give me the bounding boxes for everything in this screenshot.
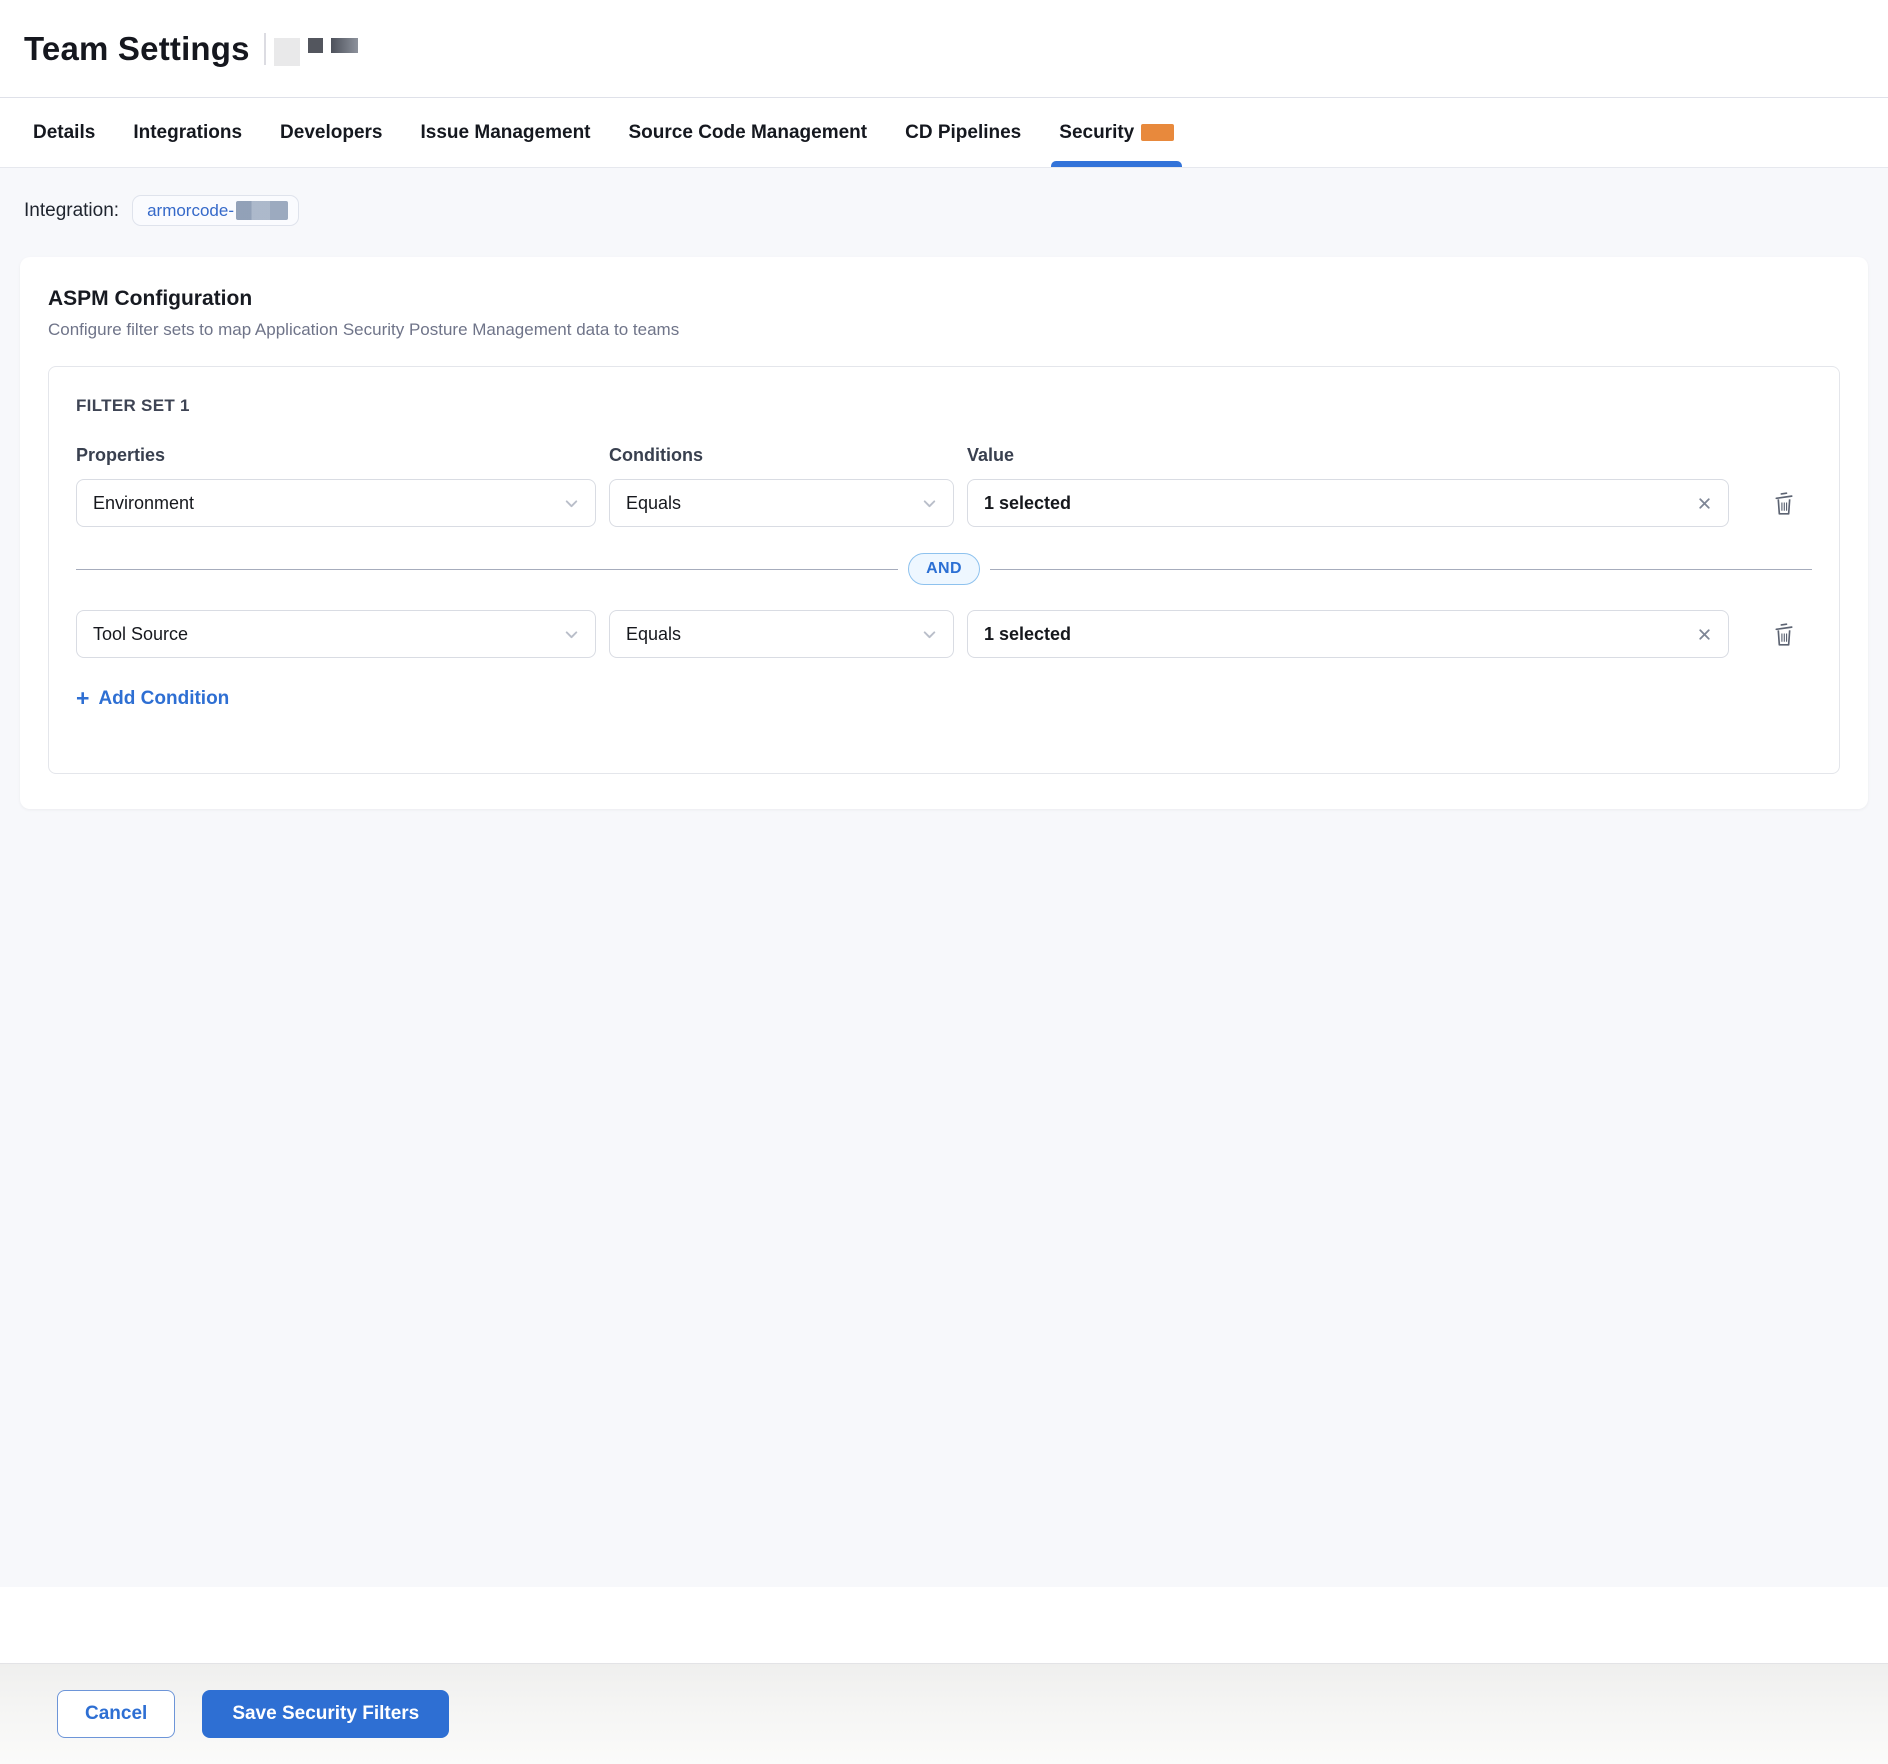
divider-line <box>990 569 1812 570</box>
tab-label: Source Code Management <box>629 122 868 144</box>
redacted-block <box>308 38 323 53</box>
tab-label: Security <box>1059 122 1134 144</box>
action-footer: Cancel Save Security Filters <box>0 1663 1888 1764</box>
chevron-down-icon <box>563 626 580 643</box>
and-joiner-pill[interactable]: AND <box>908 553 980 585</box>
filter-row-2: Tool Source Equals 1 selected <box>76 610 1812 658</box>
clear-selection-icon[interactable] <box>1696 495 1713 512</box>
tab-source-code-management[interactable]: Source Code Management <box>629 98 868 167</box>
tab-label: Issue Management <box>421 122 591 144</box>
plus-icon: + <box>76 687 89 710</box>
tab-issue-management[interactable]: Issue Management <box>421 98 591 167</box>
property-select-row1[interactable]: Environment <box>76 479 596 527</box>
column-header-conditions: Conditions <box>609 445 954 466</box>
filter-set-title: FILTER SET 1 <box>76 396 1812 416</box>
tab-label: Developers <box>280 122 382 144</box>
add-condition-button[interactable]: + Add Condition <box>76 687 229 710</box>
aspm-configuration-card: ASPM Configuration Configure filter sets… <box>20 257 1868 809</box>
divider-line <box>76 569 898 570</box>
filter-row-1: Environment Equals 1 selected <box>76 479 1812 527</box>
tab-label: Integrations <box>133 122 242 144</box>
redacted-team-name <box>264 32 358 66</box>
value-selected-count: 1 selected <box>984 493 1071 514</box>
integration-chip-text: armorcode- <box>147 201 234 221</box>
tab-cd-pipelines[interactable]: CD Pipelines <box>905 98 1021 167</box>
delete-condition-button-row1[interactable] <box>1769 486 1799 520</box>
aspm-card-title: ASPM Configuration <box>48 287 1840 311</box>
filter-set-1: FILTER SET 1 Properties Conditions Value… <box>48 366 1840 774</box>
main-content: Integration: armorcode- ASPM Configurati… <box>0 168 1888 1587</box>
chevron-down-icon <box>563 495 580 512</box>
tab-security[interactable]: Security <box>1059 98 1174 167</box>
tab-developers[interactable]: Developers <box>280 98 382 167</box>
save-security-filters-button[interactable]: Save Security Filters <box>202 1690 449 1738</box>
trash-icon <box>1772 620 1797 649</box>
redacted-block <box>331 38 358 53</box>
delete-condition-button-row2[interactable] <box>1769 617 1799 651</box>
integration-row: Integration: armorcode- <box>20 168 1868 226</box>
trash-icon <box>1772 489 1797 518</box>
aspm-card-subtitle: Configure filter sets to map Application… <box>48 320 1840 340</box>
active-tab-indicator <box>1051 161 1182 167</box>
property-select-row2[interactable]: Tool Source <box>76 610 596 658</box>
redacted-block <box>274 38 300 66</box>
settings-tabbar: Details Integrations Developers Issue Ma… <box>0 98 1888 168</box>
condition-select-value: Equals <box>626 624 681 645</box>
clear-selection-icon[interactable] <box>1696 626 1713 643</box>
value-multiselect-row1[interactable]: 1 selected <box>967 479 1729 527</box>
property-select-value: Tool Source <box>93 624 188 645</box>
column-header-value: Value <box>967 445 1729 466</box>
cancel-button[interactable]: Cancel <box>57 1690 175 1738</box>
condition-select-row1[interactable]: Equals <box>609 479 954 527</box>
chevron-down-icon <box>921 626 938 643</box>
page-header: Team Settings <box>0 0 1888 98</box>
security-count-badge-redacted <box>1141 124 1174 141</box>
tab-details[interactable]: Details <box>33 98 95 167</box>
value-selected-count: 1 selected <box>984 624 1071 645</box>
redacted-integration-suffix <box>236 201 288 220</box>
title-divider <box>264 33 266 65</box>
condition-select-value: Equals <box>626 493 681 514</box>
value-multiselect-row2[interactable]: 1 selected <box>967 610 1729 658</box>
chevron-down-icon <box>921 495 938 512</box>
filter-column-headers: Properties Conditions Value <box>76 445 1812 466</box>
tab-label: Details <box>33 122 95 144</box>
content-bottom-spacer <box>0 1587 1888 1663</box>
and-joiner-divider: AND <box>76 553 1812 585</box>
integration-label: Integration: <box>24 200 119 222</box>
tab-integrations[interactable]: Integrations <box>133 98 242 167</box>
condition-select-row2[interactable]: Equals <box>609 610 954 658</box>
integration-chip[interactable]: armorcode- <box>132 195 299 226</box>
tab-label: CD Pipelines <box>905 122 1021 144</box>
column-header-properties: Properties <box>76 445 596 466</box>
add-condition-label: Add Condition <box>98 688 229 710</box>
property-select-value: Environment <box>93 493 194 514</box>
page-title: Team Settings <box>24 30 250 68</box>
